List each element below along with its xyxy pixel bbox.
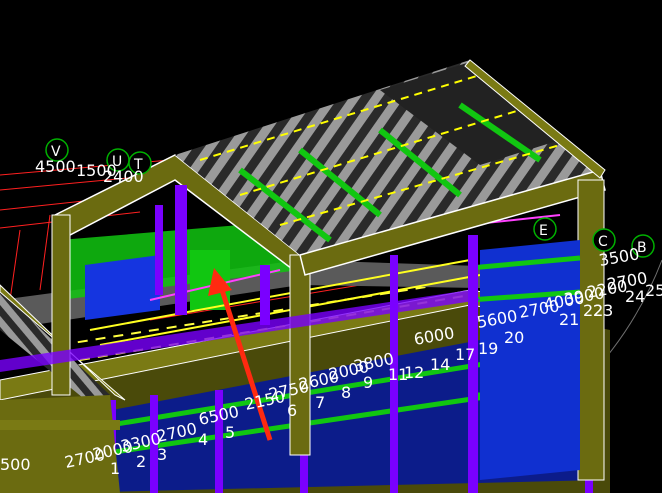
svg-text:1: 1 bbox=[110, 459, 120, 478]
svg-text:500: 500 bbox=[0, 455, 31, 474]
svg-text:3: 3 bbox=[157, 445, 167, 464]
svg-text:4: 4 bbox=[198, 430, 208, 449]
grid-bubble-c: C bbox=[592, 228, 616, 252]
svg-text:2400: 2400 bbox=[103, 167, 144, 186]
svg-text:19: 19 bbox=[478, 339, 498, 358]
bim-3d-viewport[interactable]: V U T E C B 4500 1500 2400 500 2700 2000… bbox=[0, 0, 662, 493]
svg-text:8: 8 bbox=[341, 383, 351, 402]
svg-text:17: 17 bbox=[455, 345, 475, 364]
svg-text:9: 9 bbox=[363, 373, 373, 392]
svg-text:14: 14 bbox=[430, 355, 450, 374]
svg-text:23: 23 bbox=[593, 301, 613, 320]
svg-text:21: 21 bbox=[559, 310, 579, 329]
svg-text:C: C bbox=[598, 234, 608, 250]
svg-text:2: 2 bbox=[136, 452, 146, 471]
svg-text:25: 25 bbox=[645, 281, 662, 300]
svg-text:5: 5 bbox=[225, 423, 235, 442]
svg-text:24: 24 bbox=[625, 287, 645, 306]
svg-text:6: 6 bbox=[287, 401, 297, 420]
svg-text:12: 12 bbox=[404, 363, 424, 382]
grid-bubble-e: E bbox=[533, 217, 557, 241]
svg-text:4500: 4500 bbox=[35, 157, 76, 176]
svg-text:E: E bbox=[539, 223, 548, 239]
model-canvas[interactable]: V U T E C B 4500 1500 2400 500 2700 2000… bbox=[0, 0, 662, 493]
svg-text:20: 20 bbox=[504, 328, 524, 347]
svg-text:7: 7 bbox=[315, 393, 325, 412]
